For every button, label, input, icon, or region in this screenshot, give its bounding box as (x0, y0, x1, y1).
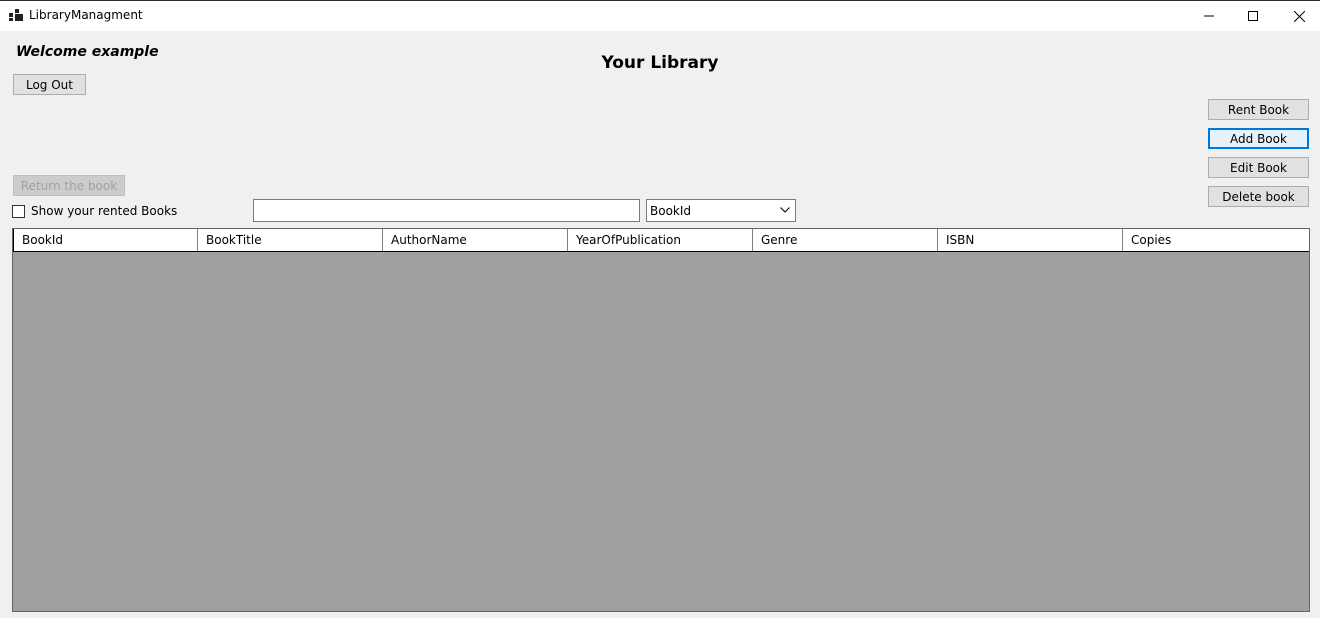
search-input[interactable] (253, 199, 640, 222)
column-header-copies[interactable]: Copies (1123, 229, 1309, 251)
table-header: BookId BookTitle AuthorName YearOfPublic… (13, 229, 1309, 252)
search-field-select[interactable]: BookId (646, 199, 796, 222)
show-rented-checkbox[interactable] (12, 204, 25, 218)
logout-button[interactable]: Log Out (13, 74, 86, 95)
show-rented-toggle[interactable]: Show your rented Books (12, 204, 177, 218)
rent-book-button[interactable]: Rent Book (1208, 99, 1309, 120)
show-rented-label: Show your rented Books (31, 204, 178, 218)
column-header-bookid[interactable]: BookId (13, 229, 198, 251)
app-icon (9, 9, 23, 21)
add-book-button[interactable]: Add Book (1208, 128, 1309, 149)
chevron-down-icon (780, 207, 790, 213)
window-title: LibraryManagment (29, 8, 143, 22)
close-icon (1293, 10, 1305, 22)
minimize-icon (1204, 15, 1214, 17)
page-title: Your Library (601, 53, 719, 73)
maximize-button[interactable] (1230, 1, 1276, 31)
column-header-isbn[interactable]: ISBN (938, 229, 1123, 251)
return-book-button[interactable]: Return the book (13, 175, 125, 196)
minimize-button[interactable] (1186, 1, 1232, 31)
books-table[interactable]: BookId BookTitle AuthorName YearOfPublic… (12, 228, 1310, 612)
maximize-icon (1248, 11, 1258, 21)
title-bar[interactable]: LibraryManagment (0, 0, 1320, 31)
edit-book-button[interactable]: Edit Book (1208, 157, 1309, 178)
search-field-value: BookId (650, 203, 692, 218)
column-header-genre[interactable]: Genre (753, 229, 938, 251)
close-button[interactable] (1276, 1, 1320, 31)
column-header-authorname[interactable]: AuthorName (383, 229, 568, 251)
column-header-yearofpublication[interactable]: YearOfPublication (568, 229, 753, 251)
app-window: LibraryManagment Welcome example Your Li… (0, 0, 1320, 618)
column-header-booktitle[interactable]: BookTitle (198, 229, 383, 251)
delete-book-button[interactable]: Delete book (1208, 186, 1309, 207)
